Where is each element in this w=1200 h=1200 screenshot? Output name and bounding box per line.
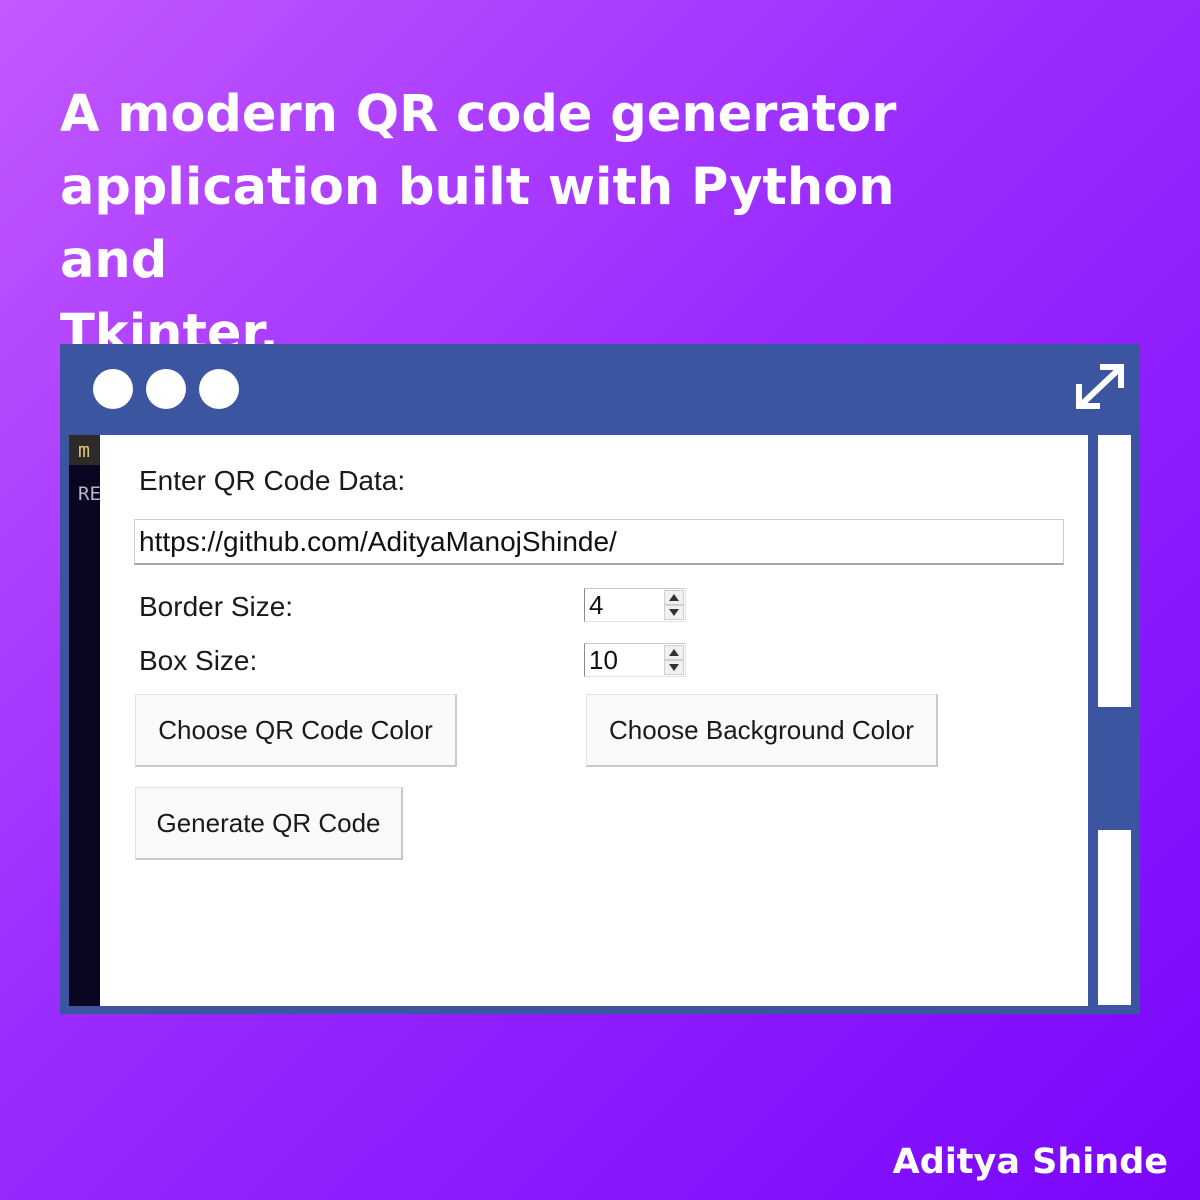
headline-line-1: A modern QR code generator — [60, 85, 897, 144]
qr-data-input[interactable] — [134, 519, 1064, 565]
author-signature: Aditya Shinde — [892, 1142, 1168, 1182]
spin-up-icon[interactable] — [664, 645, 684, 660]
expand-icon[interactable] — [1070, 358, 1130, 416]
spin-down-icon[interactable] — [664, 660, 684, 675]
editor-tab[interactable]: m — [69, 435, 101, 465]
spin-up-icon[interactable] — [664, 590, 684, 605]
code-editor-strip: m RE — [69, 435, 101, 1006]
border-size-arrows — [664, 590, 684, 620]
border-size-value[interactable]: 4 — [589, 589, 603, 621]
generate-qr-code-button[interactable]: Generate QR Code — [135, 787, 403, 860]
choose-qr-color-button[interactable]: Choose QR Code Color — [135, 694, 457, 767]
border-size-spinbox[interactable]: 4 — [584, 588, 686, 622]
box-size-spinbox[interactable]: 10 — [584, 643, 686, 677]
spin-down-icon[interactable] — [664, 605, 684, 620]
scrollbar-track-top[interactable] — [1098, 435, 1131, 707]
window-dot-2[interactable] — [146, 369, 186, 409]
editor-line: RE — [78, 483, 101, 505]
window-dot-3[interactable] — [199, 369, 239, 409]
choose-background-color-button[interactable]: Choose Background Color — [586, 694, 938, 767]
qr-data-label: Enter QR Code Data: — [139, 465, 406, 496]
box-size-label: Box Size: — [139, 645, 258, 676]
border-size-label: Border Size: — [139, 591, 294, 622]
box-size-arrows — [664, 645, 684, 675]
headline-line-2: application built with Python and — [60, 158, 895, 290]
scrollbar-track-bottom[interactable] — [1098, 830, 1131, 1005]
headline: A modern QR code generator application b… — [60, 78, 1000, 370]
box-size-value[interactable]: 10 — [589, 644, 618, 676]
window-dot-1[interactable] — [93, 369, 133, 409]
